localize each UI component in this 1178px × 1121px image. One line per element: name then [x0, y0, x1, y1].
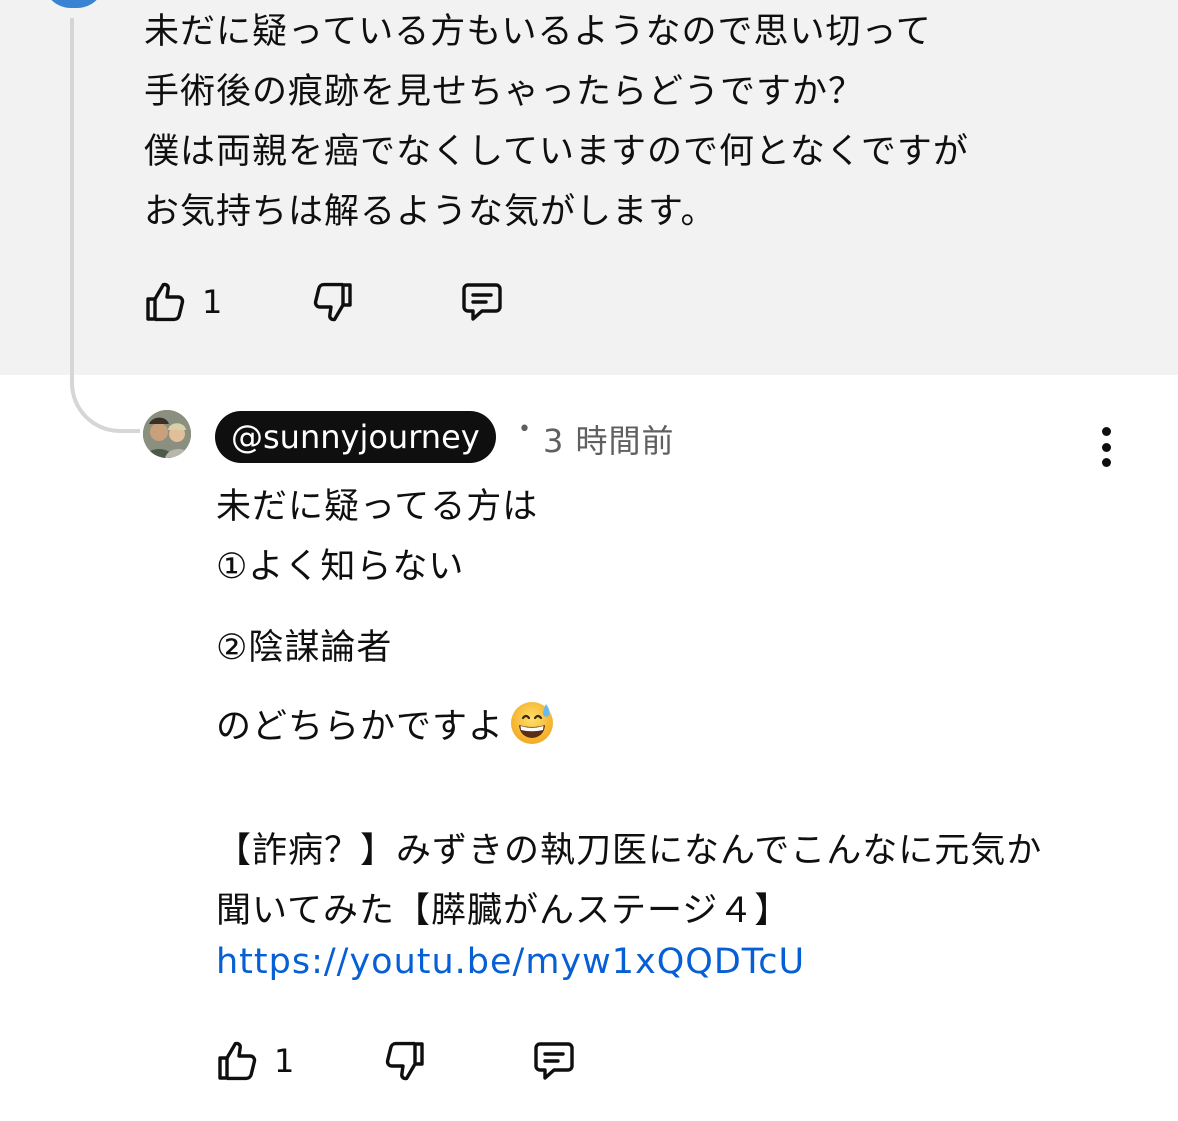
reply-action-bar: 1	[214, 1037, 578, 1085]
more-vert-dot	[1101, 458, 1111, 467]
thumbs-down-icon	[386, 1041, 425, 1081]
thumbs-up-icon	[146, 282, 185, 322]
meta-separator: •	[518, 417, 531, 442]
like-count: 1	[274, 1042, 295, 1080]
parent-comment-text: 未だに疑っている方もいるようなので思い切って 手術後の痕跡を見せちゃったらどうで…	[144, 2, 969, 242]
thread-line	[70, 18, 74, 375]
more-options-button[interactable]	[1090, 425, 1122, 469]
video-link[interactable]: https://youtu.be/myw1xQQDTcU	[216, 942, 805, 982]
comment-timestamp: 3 時間前	[543, 422, 675, 460]
comment-line: 未だに疑っている方もいるようなので思い切って	[144, 12, 932, 52]
reply-button[interactable]	[458, 278, 506, 326]
reply-line: のどちらかですよ	[216, 707, 505, 747]
comment-line: 手術後の痕跡を見せちゃったらどうですか？	[144, 72, 865, 112]
more-vert-icon	[1101, 427, 1111, 436]
dislike-button[interactable]	[380, 1037, 428, 1085]
reply-line: ②陰謀論者	[216, 628, 393, 668]
parent-action-bar: 1	[142, 278, 506, 326]
comment-line: お気持ちは解るような気がします。	[144, 192, 717, 232]
comment-line: 僕は両親を癌でなくしていますので何となくですが	[144, 132, 969, 172]
grinning-face-with-sweat-icon	[511, 702, 554, 744]
reply-button[interactable]	[530, 1037, 578, 1085]
thumbs-down-icon	[314, 282, 353, 322]
thumbs-up-icon	[218, 1041, 257, 1081]
avatar-photo-icon	[143, 410, 191, 458]
reply-line-with-emoji: のどちらかですよ	[216, 698, 556, 749]
thread-connector	[70, 375, 140, 433]
like-count: 1	[202, 283, 223, 321]
comment-reply-icon	[534, 1042, 575, 1080]
reply-avatar[interactable]	[143, 410, 191, 458]
reply-line: 未だに疑ってる方は	[216, 487, 539, 527]
author-handle[interactable]: @sunnyjourney	[215, 411, 496, 463]
comment-reply-icon	[462, 283, 503, 321]
reply-line: 【詐病？】みずきの執刀医になんでこんなに元気か	[216, 831, 1043, 871]
dislike-button[interactable]	[308, 278, 356, 326]
more-vert-dot	[1101, 442, 1111, 452]
reply-line: 聞いてみた【膵臓がんステージ４】	[216, 891, 791, 931]
like-button[interactable]: 1	[142, 278, 222, 326]
like-button[interactable]: 1	[214, 1037, 294, 1085]
reply-line: ①よく知らない	[216, 547, 465, 587]
